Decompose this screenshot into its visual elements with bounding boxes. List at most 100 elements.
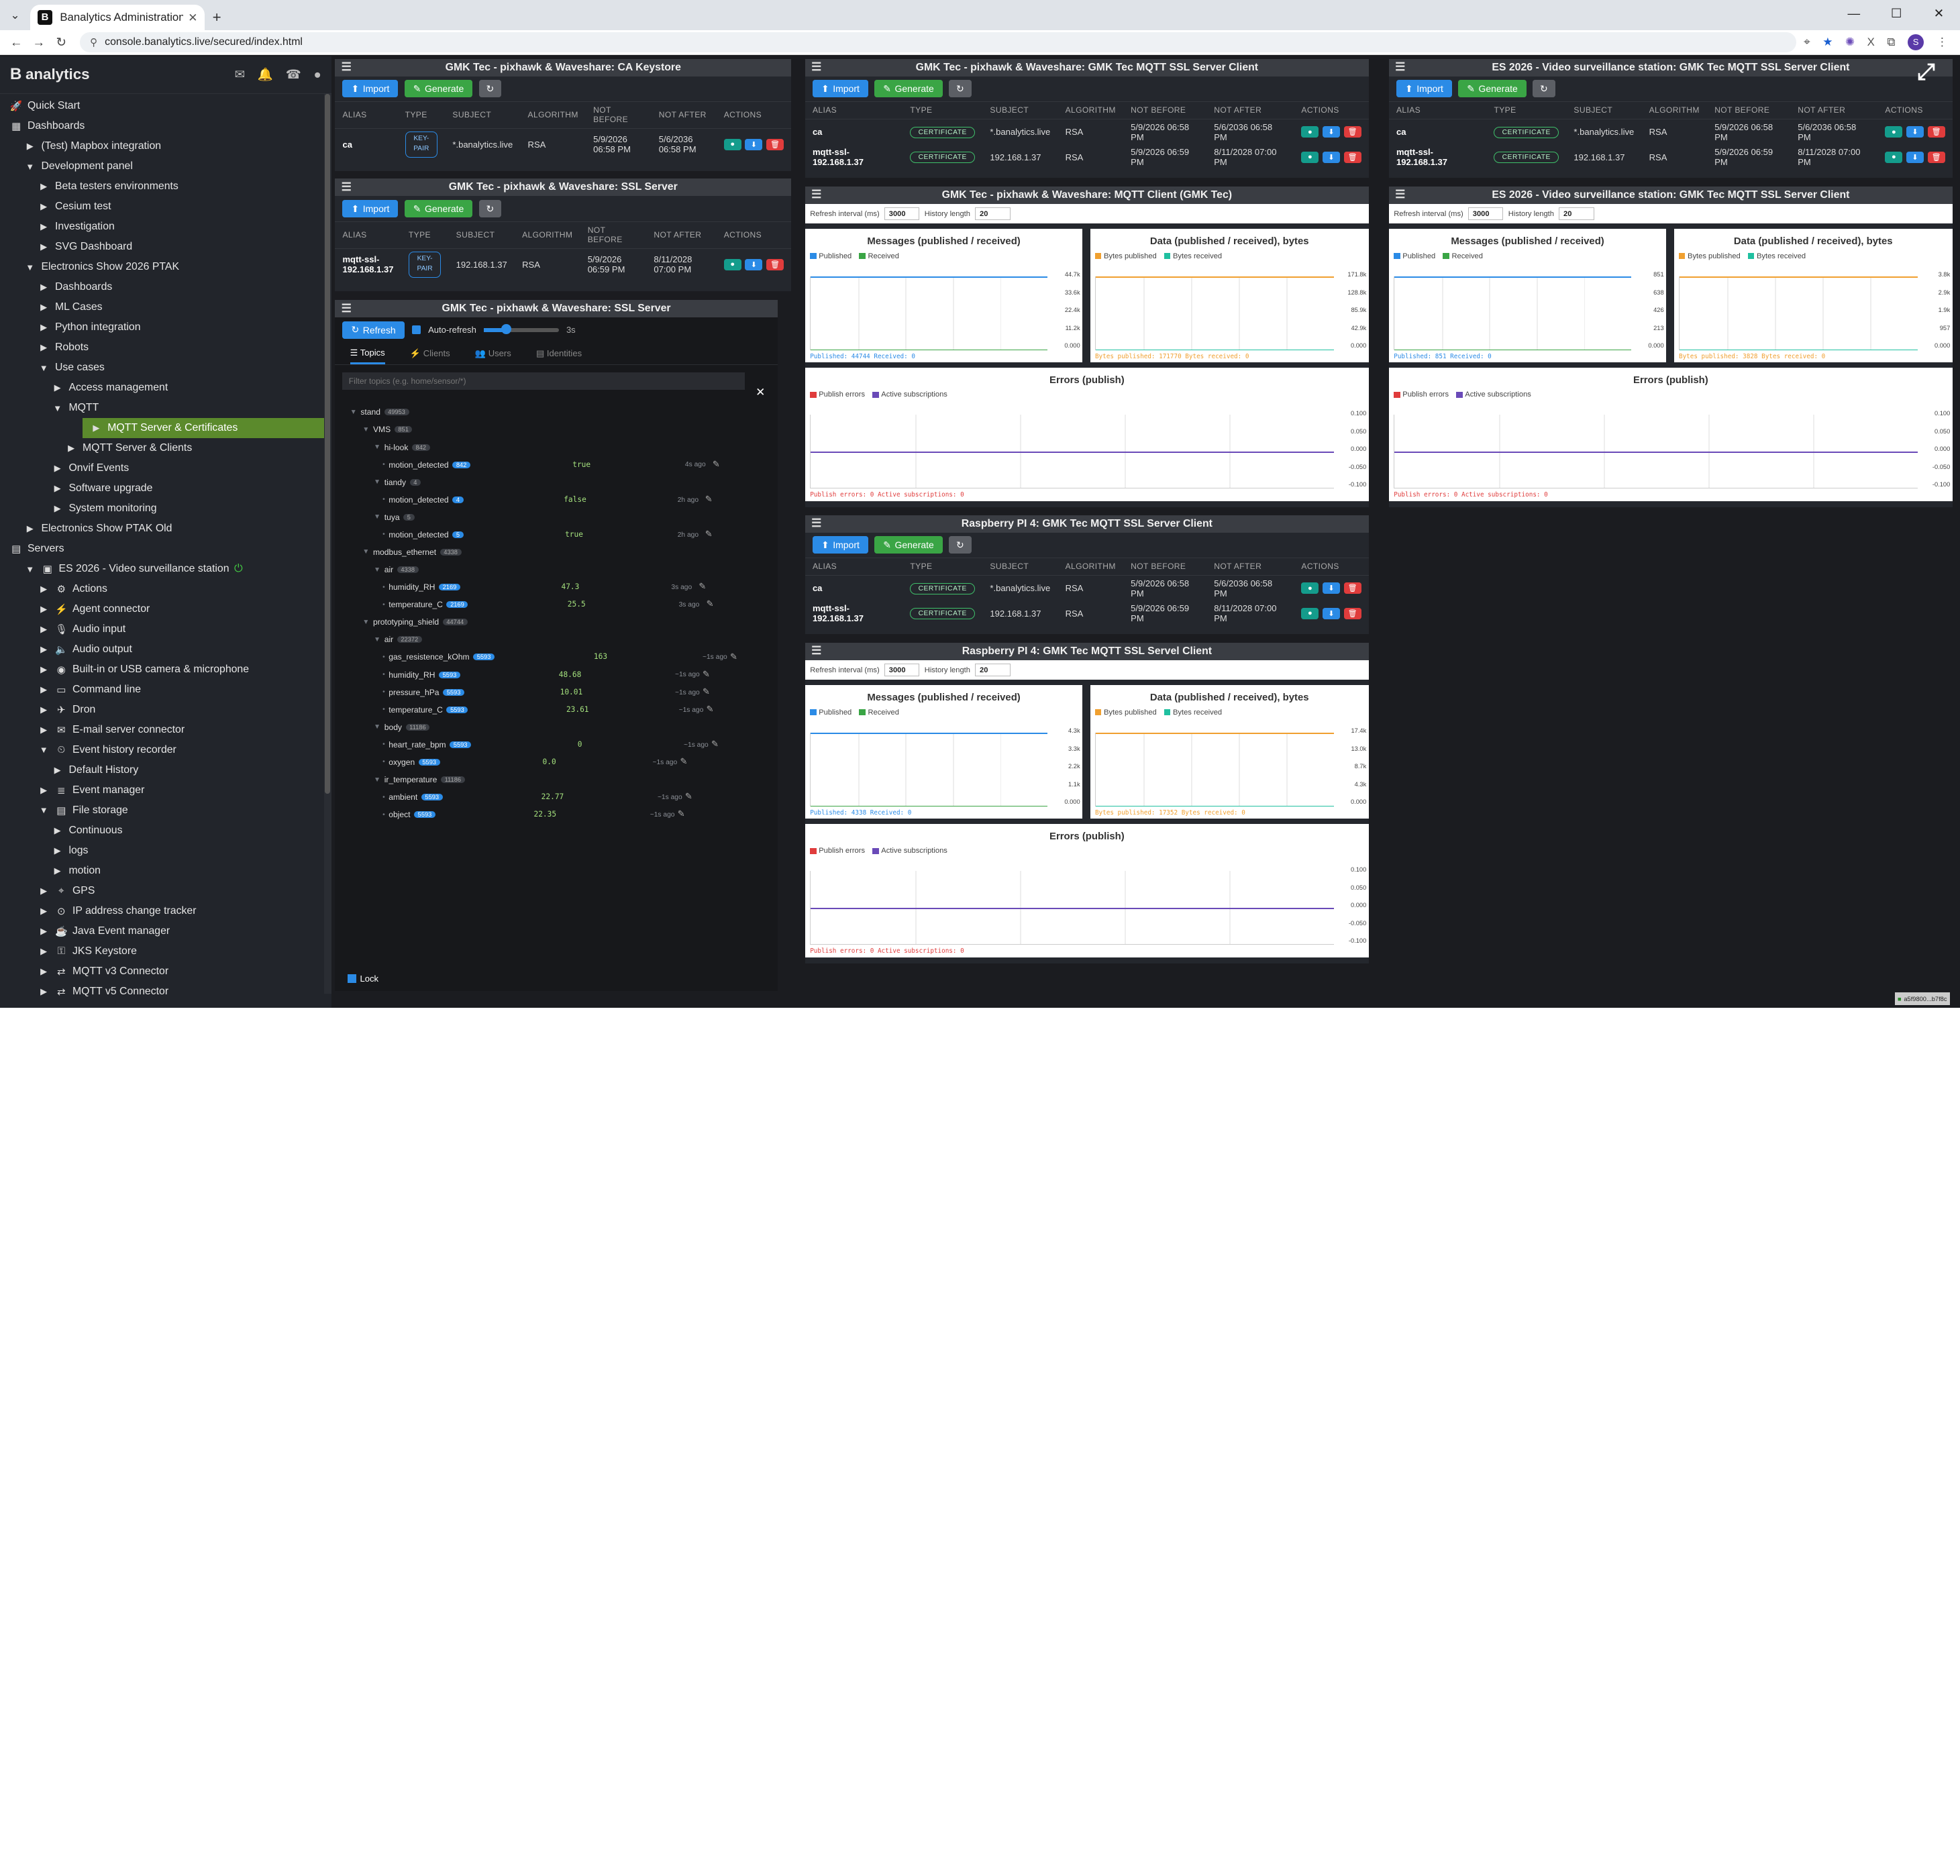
nav-item[interactable]: ▶ ☕ Java Event manager xyxy=(0,921,331,941)
delete-icon[interactable]: 🗑 xyxy=(1343,582,1361,594)
caret-right-icon[interactable]: ▶ xyxy=(38,684,50,695)
bookmark-star-icon[interactable]: ★ xyxy=(1822,35,1833,49)
nav-item[interactable]: ▶ Beta testers environments xyxy=(0,176,331,197)
column-header[interactable]: ALIAS xyxy=(805,101,903,120)
caret-right-icon[interactable]: ▶ xyxy=(23,523,36,534)
nav-item[interactable]: ▶ ≣ Event manager xyxy=(0,780,331,800)
menu-icon[interactable]: ⋮ xyxy=(1937,35,1948,49)
import-button[interactable]: ⬆ Import xyxy=(1396,80,1452,98)
column-header[interactable]: ALIAS xyxy=(1388,101,1487,120)
caret-right-icon[interactable]: ▶ xyxy=(38,624,50,635)
nav-item[interactable]: ▶ ⚙ Actions xyxy=(0,579,331,599)
refresh-icon[interactable]: ↻ xyxy=(949,536,972,554)
caret-right-icon[interactable]: ▶ xyxy=(38,966,50,977)
topic-node[interactable]: • oxygen 5593 xyxy=(382,758,440,767)
refresh-button[interactable]: ↻ Refresh xyxy=(342,321,405,339)
caret-down-icon[interactable]: ▼ xyxy=(38,745,50,755)
column-header[interactable]: ACTIONS xyxy=(1294,101,1369,120)
legend-item[interactable]: Bytes published xyxy=(1094,709,1157,717)
nav-item[interactable]: ▼ Development panel xyxy=(0,156,331,176)
topic-node[interactable]: ▼ hi-look 842 xyxy=(374,443,430,452)
forward-icon[interactable]: → xyxy=(28,35,50,50)
x-extension-icon[interactable]: X xyxy=(1867,36,1875,49)
edit-icon[interactable]: ✎ xyxy=(678,809,685,819)
nav-item[interactable]: ▶ ⌖ GPS xyxy=(0,881,331,901)
generate-button[interactable]: ✎ Generate xyxy=(874,536,943,554)
caret-right-icon[interactable]: ▶ xyxy=(38,201,50,212)
caret-right-icon[interactable]: ▶ xyxy=(51,866,64,876)
bell-icon[interactable]: 🔔 xyxy=(258,67,273,82)
nav-item[interactable]: ▶ Default History xyxy=(0,760,331,780)
legend-item[interactable]: Bytes published xyxy=(1678,252,1741,260)
view-icon[interactable]: ● xyxy=(723,258,741,270)
nav-item[interactable]: ▶ ◉ Built-in or USB camera & microphone xyxy=(0,660,331,680)
column-header[interactable]: TYPE xyxy=(397,101,446,129)
table-row[interactable]: ca CERTIFICATE *.banalytics.live RSA 5/9… xyxy=(1389,119,1953,145)
refresh-icon[interactable]: ↻ xyxy=(478,200,502,218)
column-header[interactable]: ALGORITHM xyxy=(1058,101,1123,120)
tab-clients[interactable]: ⚡ Clients xyxy=(410,348,450,359)
view-icon[interactable]: ● xyxy=(1885,126,1903,138)
nav-item[interactable]: ▶ Onvif Events xyxy=(0,458,331,478)
table-row[interactable]: mqtt-ssl-192.168.1.37 CERTIFICATE 192.16… xyxy=(805,144,1369,169)
caret-down-icon[interactable]: ▼ xyxy=(374,444,380,451)
nav-item[interactable]: ▶ ▭ Command line xyxy=(0,680,331,700)
topic-node[interactable]: ▼ stand 49953 xyxy=(350,407,409,417)
nav-item[interactable]: ▶ Python integration xyxy=(0,317,331,337)
nav-item[interactable]: ▶ ⊙ IP address change tracker xyxy=(0,901,331,921)
caret-right-icon[interactable]: ▶ xyxy=(51,483,64,494)
refresh-icon[interactable]: ↻ xyxy=(949,80,972,98)
caret-right-icon[interactable]: ▶ xyxy=(38,664,50,675)
refresh-interval-input[interactable]: 3000 xyxy=(884,207,920,220)
legend-item[interactable]: Bytes published xyxy=(1094,252,1157,260)
topic-node[interactable]: • humidity_RH 5593 xyxy=(382,670,460,680)
caret-down-icon[interactable]: ▼ xyxy=(374,723,380,731)
column-header[interactable]: SUBJECT xyxy=(445,101,521,129)
nav-item[interactable]: ▶ ⚿ JKS Keystore xyxy=(0,941,331,961)
panel-menu-icon[interactable]: ☰ xyxy=(811,187,821,201)
topic-node[interactable]: • motion_detected 4 xyxy=(382,495,464,505)
topic-node[interactable]: ▼ VMS 851 xyxy=(362,425,413,434)
view-icon[interactable]: ● xyxy=(1885,151,1903,163)
legend-item[interactable]: Bytes received xyxy=(1164,252,1222,260)
topic-node[interactable]: ▼ air 22372 xyxy=(374,635,422,644)
mail-icon[interactable]: ✉ xyxy=(235,67,246,82)
nav-item[interactable]: ▶ ML Cases xyxy=(0,297,331,317)
topic-filter-input[interactable]: Filter topics (e.g. home/sensor/*) xyxy=(342,372,745,390)
nav-item[interactable]: ▶ motion xyxy=(0,861,331,881)
caret-right-icon[interactable]: ▶ xyxy=(90,423,103,433)
nav-item[interactable]: ▶ Access management xyxy=(0,378,331,398)
nav-item[interactable]: ▼ Use cases xyxy=(0,358,331,378)
nav-item[interactable]: ▶ Robots xyxy=(0,337,331,358)
column-header[interactable]: TYPE xyxy=(401,221,449,249)
table-row[interactable]: mqtt-ssl-192.168.1.37 CERTIFICATE 192.16… xyxy=(1389,144,1953,169)
location-icon[interactable]: ⌖ xyxy=(1804,36,1810,49)
caret-down-icon[interactable]: ▼ xyxy=(23,262,36,272)
user-icon[interactable]: ● xyxy=(314,67,321,82)
column-header[interactable]: SUBJECT xyxy=(982,557,1058,576)
legend-item[interactable]: Active subscriptions xyxy=(1456,390,1531,399)
nav-item[interactable]: ▶ SVG Dashboard xyxy=(0,237,331,257)
view-icon[interactable]: ● xyxy=(1301,582,1319,594)
refresh-interval-slider[interactable] xyxy=(484,324,559,335)
caret-right-icon[interactable]: ▶ xyxy=(51,463,64,474)
panel-menu-icon[interactable]: ☰ xyxy=(811,643,821,658)
new-tab-button[interactable]: + xyxy=(213,9,221,26)
legend-item[interactable]: Received xyxy=(1443,252,1483,260)
edit-icon[interactable]: ✎ xyxy=(713,459,720,470)
nav-item[interactable]: ▼ Electronics Show 2026 PTAK xyxy=(0,257,331,277)
edit-icon[interactable]: ✎ xyxy=(699,581,706,592)
legend-item[interactable]: Received xyxy=(859,252,899,260)
column-header[interactable]: ACTIONS xyxy=(716,101,792,129)
column-header[interactable]: NOT AFTER xyxy=(1206,557,1294,576)
import-button[interactable]: ⬆ Import xyxy=(342,80,399,98)
caret-right-icon[interactable]: ▶ xyxy=(65,443,78,454)
column-header[interactable]: NOT AFTER xyxy=(1790,101,1878,120)
column-header[interactable]: NOT AFTER xyxy=(1206,101,1294,120)
caret-right-icon[interactable]: ▶ xyxy=(38,181,50,192)
topic-node[interactable]: ▼ tiandy 4 xyxy=(374,478,421,487)
import-button[interactable]: ⬆ Import xyxy=(812,80,868,98)
topic-node[interactable]: • gas_resistence_kOhm 5593 xyxy=(382,652,495,662)
topic-node[interactable]: ▼ ir_temperature 11186 xyxy=(374,775,465,784)
nav-item[interactable]: ▶ 🔈 Audio output xyxy=(0,639,331,660)
